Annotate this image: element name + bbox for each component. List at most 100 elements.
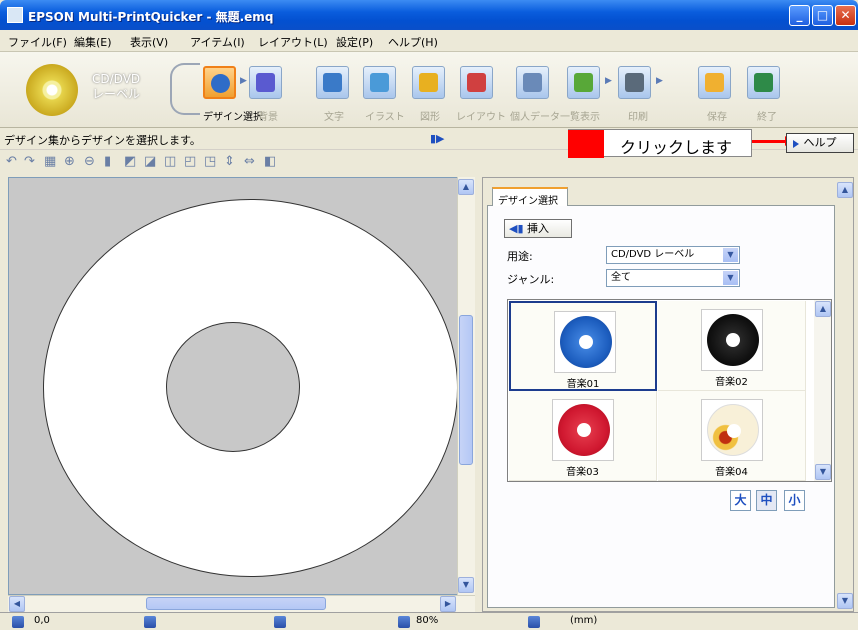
exit-button[interactable] bbox=[747, 66, 780, 99]
close-button[interactable]: ✕ bbox=[835, 5, 856, 26]
design-thumbnail[interactable]: 音楽04 bbox=[658, 391, 806, 481]
design-thumbnail[interactable]: 音楽01 bbox=[509, 301, 657, 391]
callout-box: クリックします bbox=[568, 129, 752, 158]
copy-icon[interactable]: ◧ bbox=[264, 154, 276, 169]
thumbnail-scroll-up-icon[interactable]: ▲ bbox=[815, 301, 831, 317]
delete-icon[interactable]: ▮ bbox=[104, 154, 111, 169]
callout-text: クリックします bbox=[620, 138, 733, 157]
scroll-down-icon[interactable]: ▼ bbox=[458, 577, 474, 593]
list-view-button[interactable] bbox=[567, 66, 600, 99]
ungroup-icon[interactable]: ◳ bbox=[204, 154, 216, 169]
insert-button[interactable]: ◀▮ 挿入 bbox=[504, 219, 572, 238]
panel-scroll-down-icon[interactable]: ▼ bbox=[837, 593, 853, 609]
step-label-background: 背景 bbox=[258, 112, 278, 123]
menu-edit[interactable]: 編集(E) bbox=[74, 34, 112, 50]
menu-view[interactable]: 表示(V) bbox=[130, 34, 168, 50]
menu-settings[interactable]: 設定(P) bbox=[336, 34, 373, 50]
menu-help[interactable]: ヘルプ(H) bbox=[388, 34, 438, 50]
bring-front-icon[interactable]: ◩ bbox=[124, 154, 136, 169]
background-icon bbox=[256, 73, 275, 92]
undo-icon[interactable]: ↶ bbox=[6, 154, 17, 169]
menu-bar: ファイル(F) 編集(E) 表示(V) アイテム(I) レイアウト(L) 設定(… bbox=[0, 30, 858, 52]
menu-file[interactable]: ファイル(F) bbox=[8, 34, 67, 50]
play-icon[interactable]: ▮▶ bbox=[430, 132, 445, 145]
help-button[interactable]: ヘルプ bbox=[786, 133, 854, 153]
print-button[interactable] bbox=[618, 66, 651, 99]
position-icon bbox=[12, 616, 24, 628]
layout-icon bbox=[467, 73, 486, 92]
layout-button[interactable] bbox=[460, 66, 493, 99]
step-label-design: デザイン選択 bbox=[203, 112, 263, 123]
step-label-exit: 終了 bbox=[757, 112, 777, 123]
menu-item[interactable]: アイテム(I) bbox=[190, 34, 245, 50]
rotate-icon[interactable]: ⇔ bbox=[244, 154, 255, 169]
text-button[interactable] bbox=[316, 66, 349, 99]
flip-icon[interactable]: ⇕ bbox=[224, 154, 235, 169]
panel-bracket bbox=[170, 63, 200, 115]
cd-center-hole bbox=[166, 322, 300, 452]
tab-design-select[interactable]: デザイン選択 bbox=[492, 187, 568, 207]
chevron-down-icon[interactable]: ▼ bbox=[723, 271, 738, 285]
product-label: CD/DVD レーベル bbox=[92, 72, 140, 102]
personal-data-button[interactable] bbox=[516, 66, 549, 99]
shape-button[interactable] bbox=[412, 66, 445, 99]
thumbnail-scroll-down-icon[interactable]: ▼ bbox=[815, 464, 831, 480]
usage-label: 用途: bbox=[507, 250, 533, 263]
step-label-text: 文字 bbox=[324, 112, 344, 123]
callout-marker bbox=[568, 130, 604, 158]
select-all-icon[interactable]: ▦ bbox=[44, 154, 56, 169]
list-view-icon bbox=[574, 73, 593, 92]
step-label-illustration: イラスト bbox=[365, 112, 405, 123]
scroll-left-icon[interactable]: ◀ bbox=[9, 596, 25, 612]
status-message: デザイン集からデザインを選択します。 bbox=[4, 134, 201, 147]
insert-arrow-icon: ◀▮ bbox=[509, 222, 528, 235]
bottom-status-bar: 0,0 80% (mm) bbox=[0, 612, 858, 630]
unit-readout: (mm) bbox=[570, 615, 598, 626]
zoom-out-icon[interactable]: ⊖ bbox=[84, 154, 95, 169]
usage-select[interactable]: CD/DVD レーベル ▼ bbox=[606, 246, 740, 264]
chevron-down-icon[interactable]: ▼ bbox=[723, 248, 738, 262]
shape-icon bbox=[419, 73, 438, 92]
zoom-in-icon[interactable]: ⊕ bbox=[64, 154, 75, 169]
design-thumbnail[interactable]: 音楽03 bbox=[509, 391, 657, 481]
arrow-icon: ▶ bbox=[240, 76, 247, 86]
minimize-button[interactable]: _ bbox=[789, 5, 810, 26]
design-thumbnail[interactable]: 音楽02 bbox=[658, 301, 806, 391]
maximize-button[interactable]: □ bbox=[812, 5, 833, 26]
product-label-line2: レーベル bbox=[92, 87, 141, 101]
design-thumbnail-list: 音楽01 音楽02 音楽03 音楽04 bbox=[507, 299, 832, 482]
step-label-print: 印刷 bbox=[628, 112, 648, 123]
save-icon bbox=[705, 73, 724, 92]
size-medium-button[interactable]: 中 bbox=[756, 490, 777, 511]
edit-toolbar: ↶ ↷ ▦ ⊕ ⊖ ▮ ◩ ◪ ◫ ◰ ◳ ⇕ ⇔ ◧ bbox=[0, 151, 480, 175]
canvas-horizontal-thumb[interactable] bbox=[146, 597, 326, 610]
design-select-button[interactable] bbox=[203, 66, 236, 99]
thumbnail-scrollbar[interactable] bbox=[814, 300, 831, 481]
canvas-vertical-thumb[interactable] bbox=[459, 315, 473, 465]
illustration-button[interactable] bbox=[363, 66, 396, 99]
cd-logo-icon bbox=[26, 64, 78, 116]
save-button[interactable] bbox=[698, 66, 731, 99]
align-icon[interactable]: ◫ bbox=[164, 154, 176, 169]
disc-design-icon bbox=[560, 316, 612, 368]
product-label-line1: CD/DVD bbox=[92, 72, 141, 86]
disc-design-icon bbox=[707, 314, 759, 366]
arrow-icon: ▶ bbox=[656, 76, 663, 86]
text-icon bbox=[323, 73, 342, 92]
scroll-up-icon[interactable]: ▲ bbox=[458, 179, 474, 195]
panel-scroll-up-icon[interactable]: ▲ bbox=[837, 182, 853, 198]
size-large-button[interactable]: 大 bbox=[730, 490, 751, 511]
scroll-right-icon[interactable]: ▶ bbox=[440, 596, 456, 612]
group-icon[interactable]: ◰ bbox=[184, 154, 196, 169]
size-small-button[interactable]: 小 bbox=[784, 490, 805, 511]
menu-layout[interactable]: レイアウト(L) bbox=[258, 34, 328, 50]
send-back-icon[interactable]: ◪ bbox=[144, 154, 156, 169]
background-button[interactable] bbox=[249, 66, 282, 99]
usage-value: CD/DVD レーベル bbox=[611, 249, 695, 260]
help-button-label: ヘルプ bbox=[803, 136, 837, 149]
thumbnail-caption: 音楽04 bbox=[715, 467, 748, 478]
redo-icon[interactable]: ↷ bbox=[24, 154, 35, 169]
genre-label: ジャンル: bbox=[507, 273, 555, 286]
thumbnail-image bbox=[701, 399, 763, 461]
genre-select[interactable]: 全て ▼ bbox=[606, 269, 740, 287]
